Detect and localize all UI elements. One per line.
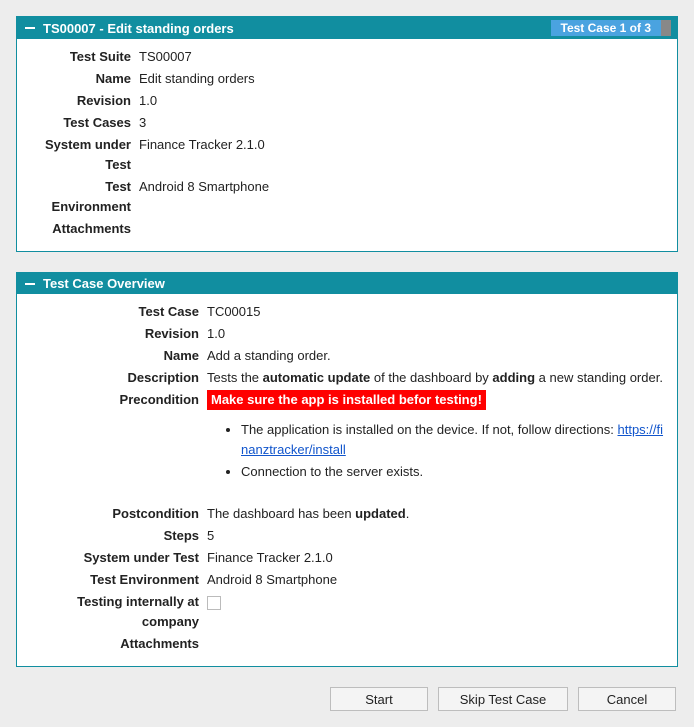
label-test-suite: Test Suite bbox=[27, 47, 139, 67]
label-sut: System under Test bbox=[27, 135, 139, 175]
value-internal-testing bbox=[207, 592, 667, 612]
test-case-overview-panel: Test Case Overview Test CaseTC00015 Revi… bbox=[16, 272, 678, 667]
value-revision: 1.0 bbox=[139, 91, 667, 111]
test-case-overview-title: Test Case Overview bbox=[43, 276, 165, 291]
skip-test-case-button[interactable]: Skip Test Case bbox=[438, 687, 568, 711]
value-name: Edit standing orders bbox=[139, 69, 667, 89]
label-attachments: Attachments bbox=[27, 219, 139, 239]
label-postcondition: Postcondition bbox=[27, 504, 207, 524]
test-suite-panel-body: Test SuiteTS00007 NameEdit standing orde… bbox=[17, 39, 677, 251]
collapse-icon[interactable] bbox=[23, 277, 37, 291]
precondition-item: The application is installed on the devi… bbox=[241, 420, 667, 460]
label-tc-revision: Revision bbox=[27, 324, 207, 344]
value-precondition: Make sure the app is installed befor tes… bbox=[207, 390, 667, 490]
postcond-text-part: . bbox=[406, 506, 410, 521]
value-tc-revision: 1.0 bbox=[207, 324, 667, 344]
value-description: Tests the automatic update of the dashbo… bbox=[207, 368, 667, 388]
desc-text-part: of the dashboard by bbox=[370, 370, 492, 385]
test-suite-panel-title: TS00007 - Edit standing orders bbox=[43, 21, 234, 36]
postcond-text-part: The dashboard has been bbox=[207, 506, 355, 521]
test-case-overview-body: Test CaseTC00015 Revision1.0 NameAdd a s… bbox=[17, 294, 677, 666]
label-tc-env: Test Environment bbox=[27, 570, 207, 590]
desc-bold-part: automatic update bbox=[263, 370, 371, 385]
value-tc-name: Add a standing order. bbox=[207, 346, 667, 366]
label-tc-sut: System under Test bbox=[27, 548, 207, 568]
cancel-button[interactable]: Cancel bbox=[578, 687, 676, 711]
value-postcondition: The dashboard has been updated. bbox=[207, 504, 667, 524]
value-test-cases: 3 bbox=[139, 113, 667, 133]
value-test-suite: TS00007 bbox=[139, 47, 667, 67]
label-description: Description bbox=[27, 368, 207, 388]
precondition-list: The application is installed on the devi… bbox=[207, 410, 667, 490]
value-tc-env: Android 8 Smartphone bbox=[207, 570, 667, 590]
value-sut: Finance Tracker 2.1.0 bbox=[139, 135, 667, 155]
internal-testing-checkbox[interactable] bbox=[207, 596, 221, 610]
value-test-case: TC00015 bbox=[207, 302, 667, 322]
precondition-warning: Make sure the app is installed befor tes… bbox=[207, 390, 486, 410]
test-case-overview-header[interactable]: Test Case Overview bbox=[17, 273, 677, 294]
value-tc-sut: Finance Tracker 2.1.0 bbox=[207, 548, 667, 568]
label-internal-testing: Testing internally at company bbox=[27, 592, 207, 632]
label-env: Test Environment bbox=[27, 177, 139, 217]
label-tc-name: Name bbox=[27, 346, 207, 366]
label-revision: Revision bbox=[27, 91, 139, 111]
desc-text-part: a new standing order. bbox=[535, 370, 663, 385]
precondition-item: Connection to the server exists. bbox=[241, 462, 667, 482]
label-test-cases: Test Cases bbox=[27, 113, 139, 133]
test-case-counter-badge: Test Case 1 of 3 bbox=[551, 20, 671, 36]
collapse-icon[interactable] bbox=[23, 21, 37, 35]
label-precondition: Precondition bbox=[27, 390, 207, 410]
postcond-bold-part: updated bbox=[355, 506, 406, 521]
label-name: Name bbox=[27, 69, 139, 89]
value-steps: 5 bbox=[207, 526, 667, 546]
value-env: Android 8 Smartphone bbox=[139, 177, 667, 197]
test-suite-panel: TS00007 - Edit standing orders Test Case… bbox=[16, 16, 678, 252]
button-bar: Start Skip Test Case Cancel bbox=[16, 687, 678, 711]
precondition-item-text: The application is installed on the devi… bbox=[241, 422, 618, 437]
desc-bold-part: adding bbox=[492, 370, 535, 385]
test-suite-panel-header[interactable]: TS00007 - Edit standing orders Test Case… bbox=[17, 17, 677, 39]
label-tc-attachments: Attachments bbox=[27, 634, 207, 654]
label-test-case: Test Case bbox=[27, 302, 207, 322]
label-steps: Steps bbox=[27, 526, 207, 546]
start-button[interactable]: Start bbox=[330, 687, 428, 711]
desc-text-part: Tests the bbox=[207, 370, 263, 385]
